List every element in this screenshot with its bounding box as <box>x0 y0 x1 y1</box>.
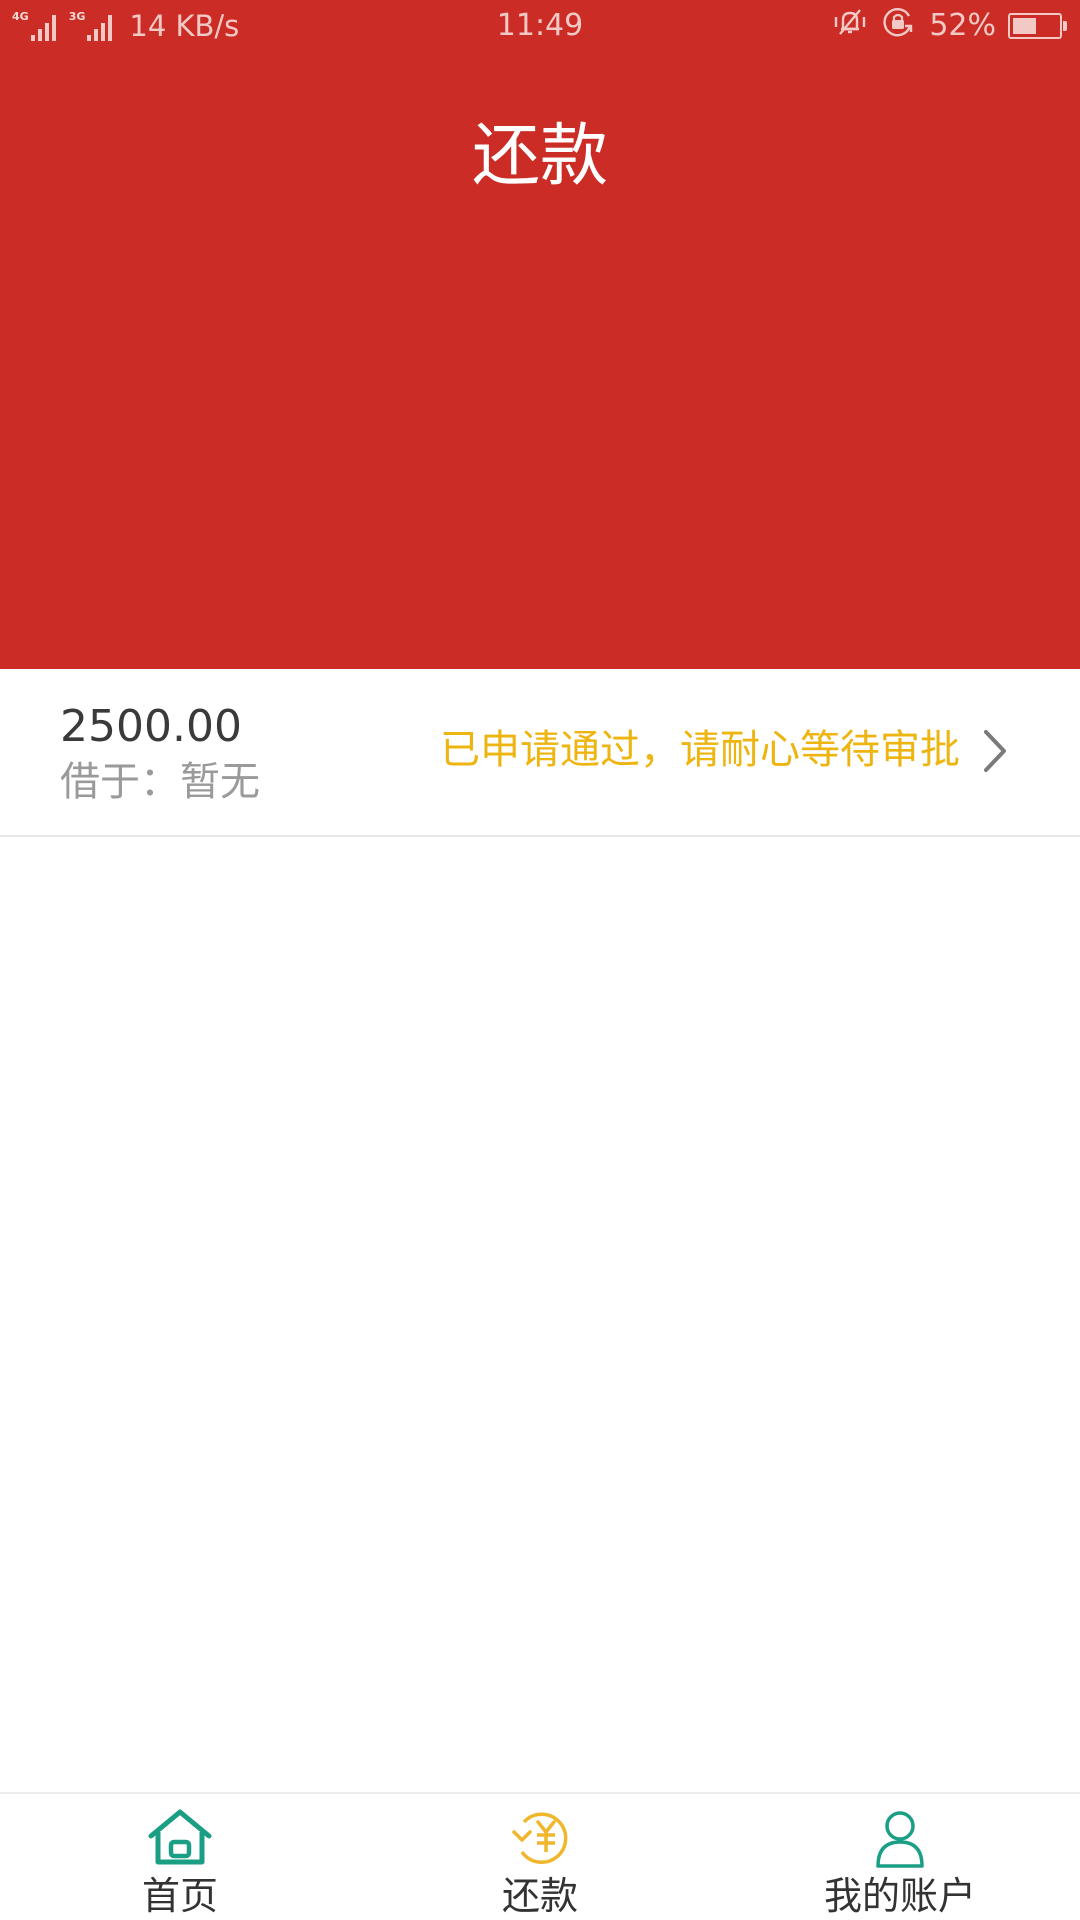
loan-record-item[interactable]: 2500.00 借于：暂无 已申请通过，请耐心等待审批 <box>0 669 1080 837</box>
tab-home[interactable]: 首页 <box>0 1794 360 1920</box>
tab-repay[interactable]: 还款 <box>360 1794 720 1920</box>
loan-status: 已申请通过，请耐心等待审批 <box>440 727 960 773</box>
header: 4G 3G 14 KB/s 11:49 52% 还款 <box>0 0 1080 669</box>
battery-nub <box>1063 21 1067 31</box>
loan-lender: 借于：暂无 <box>60 759 260 805</box>
status-bar: 4G 3G 14 KB/s 11:49 52% <box>0 0 1080 52</box>
repayment-screen: 4G 3G 14 KB/s 11:49 52% 还款 2500.00 借于：暂无… <box>0 0 1080 1920</box>
battery-icon <box>1008 13 1067 39</box>
battery-fill <box>1013 18 1036 34</box>
tab-account-label: 我的账户 <box>823 1874 976 1918</box>
tab-account[interactable]: 我的账户 <box>720 1794 1080 1920</box>
status-right: 52% <box>833 6 1067 46</box>
tab-home-label: 首页 <box>141 1874 218 1918</box>
bottom-tab-bar: 首页 还款 我的账户 <box>0 1792 1080 1920</box>
tab-repay-label: 还款 <box>501 1874 578 1918</box>
home-icon <box>145 1808 215 1870</box>
loan-amount: 2500.00 <box>60 701 242 752</box>
repay-yuan-icon <box>502 1808 578 1872</box>
rotation-lock-icon <box>881 6 915 46</box>
account-person-icon <box>872 1808 928 1874</box>
vibrate-mute-icon <box>833 7 867 45</box>
chevron-right-icon[interactable] <box>980 728 1010 778</box>
battery-percent: 52% <box>929 8 996 43</box>
page-title: 还款 <box>471 117 608 196</box>
